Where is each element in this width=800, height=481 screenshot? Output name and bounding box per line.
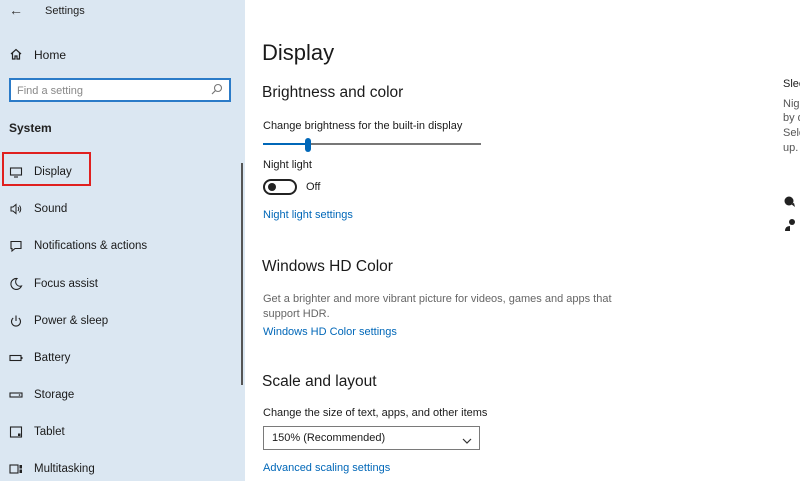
night-light-toggle[interactable]	[263, 179, 297, 195]
hd-color-settings-link[interactable]: Windows HD Color settings	[263, 326, 397, 338]
selected-item-highlight	[2, 152, 91, 186]
sidebar-item-label: Focus assist	[34, 278, 98, 290]
page-title: Display	[262, 40, 335, 65]
title-bar: ← Settings	[0, 0, 245, 24]
sidebar-item-label: Sound	[34, 203, 68, 215]
scale-dropdown[interactable]: 150% (Recommended)	[263, 426, 480, 450]
app-title: Settings	[45, 5, 85, 17]
related-line: Nigl	[783, 98, 800, 110]
sidebar-item-power-sleep[interactable]: Power & sleep	[9, 312, 108, 330]
main-content: Display Brightness and color Change brig…	[245, 0, 800, 481]
feedback-icon[interactable]	[783, 218, 797, 235]
related-line: by d	[783, 112, 800, 124]
sidebar-item-focus-assist[interactable]: Focus assist	[9, 275, 98, 293]
advanced-scaling-link[interactable]: Advanced scaling settings	[263, 462, 390, 474]
related-line: up.	[783, 142, 799, 154]
slider-thumb[interactable]	[305, 138, 311, 152]
sidebar-item-multitasking[interactable]: Multitasking	[9, 460, 95, 478]
scale-label: Change the size of text, apps, and other…	[263, 407, 488, 419]
scale-selected-value: 150% (Recommended)	[272, 432, 386, 444]
night-light-settings-link[interactable]: Night light settings	[263, 209, 353, 221]
search-box[interactable]	[9, 78, 231, 102]
sidebar-item-battery[interactable]: Battery	[9, 349, 70, 367]
multitasking-icon	[9, 462, 23, 476]
hd-color-description-line2: support HDR.	[263, 308, 330, 320]
storage-icon	[9, 388, 23, 402]
sidebar-item-label: Multitasking	[34, 463, 95, 475]
related-line: Sele	[783, 127, 800, 139]
sidebar-item-storage[interactable]: Storage	[9, 386, 74, 404]
night-light-label: Night light	[263, 159, 312, 171]
toggle-knob	[268, 183, 276, 191]
moon-icon	[9, 277, 23, 291]
brightness-heading: Brightness and color	[262, 84, 404, 101]
brightness-slider-label: Change brightness for the built-in displ…	[263, 120, 463, 132]
sidebar-item-notifications[interactable]: Notifications & actions	[9, 237, 147, 255]
sidebar-item-label: Battery	[34, 352, 71, 364]
home-label: Home	[34, 48, 67, 62]
hd-color-description-line1: Get a brighter and more vibrant picture …	[263, 293, 612, 305]
sidebar-item-label: Notifications & actions	[34, 240, 148, 252]
related-heading: Slee	[783, 78, 800, 90]
search-icon[interactable]	[209, 82, 225, 98]
home-icon	[9, 47, 23, 64]
brightness-slider[interactable]	[263, 138, 481, 152]
back-arrow-icon[interactable]: ←	[9, 2, 23, 18]
night-light-state: Off	[306, 181, 321, 193]
battery-icon	[9, 351, 23, 365]
sidebar-item-tablet[interactable]: Tablet	[9, 423, 65, 441]
sidebar: ← Settings Home System Display Sound Not…	[0, 0, 245, 481]
sidebar-item-label: Tablet	[34, 426, 65, 438]
section-title-system: System	[9, 121, 52, 135]
sidebar-item-label: Power & sleep	[34, 315, 109, 327]
slider-fill	[263, 143, 308, 145]
sidebar-scrollbar[interactable]	[241, 163, 243, 385]
tablet-icon	[9, 425, 23, 439]
chevron-down-icon	[462, 433, 472, 444]
search-input[interactable]	[17, 83, 202, 99]
hd-color-heading: Windows HD Color	[262, 258, 393, 275]
notification-icon	[9, 239, 23, 253]
home-nav-item[interactable]: Home	[9, 46, 66, 64]
help-chat-icon[interactable]	[783, 195, 797, 212]
sidebar-item-label: Storage	[34, 389, 75, 401]
sidebar-item-sound[interactable]: Sound	[9, 200, 67, 218]
speaker-icon	[9, 202, 23, 216]
scale-heading: Scale and layout	[262, 373, 377, 390]
power-icon	[9, 314, 23, 328]
